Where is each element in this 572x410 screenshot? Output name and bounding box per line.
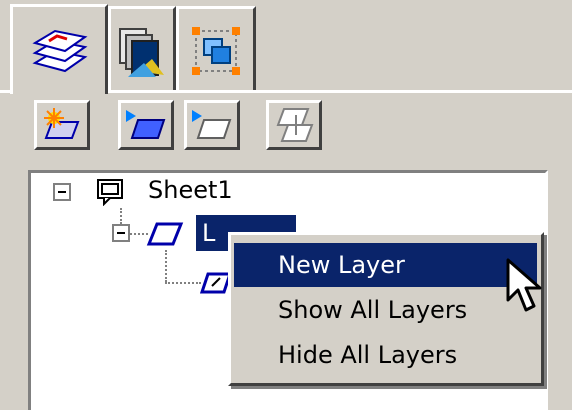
tab-sheets[interactable] bbox=[108, 6, 176, 92]
menu-item-new-layer[interactable]: New Layer bbox=[234, 243, 537, 287]
mouse-pointer-icon bbox=[506, 258, 542, 320]
tree-connector bbox=[165, 282, 201, 284]
move-layer-button[interactable] bbox=[266, 100, 322, 150]
sheet-collapse-toggle[interactable] bbox=[53, 183, 71, 201]
menu-item-hide-all-layers[interactable]: Hide All Layers bbox=[234, 333, 537, 377]
new-layer-button[interactable] bbox=[34, 100, 90, 150]
sheet-label[interactable]: Sheet1 bbox=[148, 176, 233, 204]
hide-layer-button[interactable] bbox=[184, 100, 240, 150]
sheet-icon bbox=[96, 178, 124, 210]
tree-connector bbox=[165, 250, 167, 282]
layer-collapse-toggle[interactable] bbox=[112, 224, 130, 242]
tab-layers[interactable] bbox=[10, 4, 108, 94]
context-menu: New Layer Show All Layers Hide All Layer… bbox=[228, 232, 544, 386]
layer-icon bbox=[145, 220, 185, 252]
show-layer-button[interactable] bbox=[118, 100, 174, 150]
tree-connector bbox=[120, 208, 122, 224]
tab-selection[interactable] bbox=[176, 6, 256, 92]
menu-item-show-all-layers[interactable]: Show All Layers bbox=[234, 288, 537, 332]
